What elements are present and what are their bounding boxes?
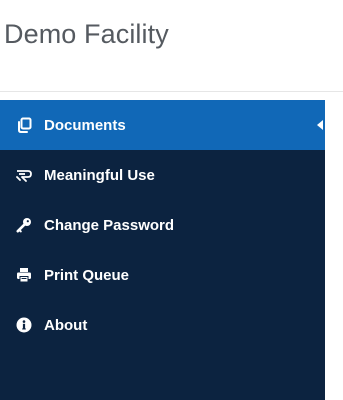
sidebar-item-label: About — [44, 316, 88, 334]
sidebar-item-meaningful-use[interactable]: Meaningful Use — [0, 150, 325, 200]
sidebar-menu: Documents Meaningful Use Change Password… — [0, 100, 325, 350]
sidebar-item-documents[interactable]: Documents — [0, 100, 325, 150]
sidebar-item-label: Print Queue — [44, 266, 130, 284]
sidebar-item-label: Meaningful Use — [44, 166, 155, 184]
app-header: Demo Facility — [0, 0, 343, 92]
sidebar: Documents Meaningful Use Change Password… — [0, 100, 325, 400]
active-caret-icon — [317, 120, 323, 130]
info-icon — [16, 317, 32, 333]
sidebar-item-about[interactable]: About — [0, 300, 325, 350]
facility-title: Demo Facility — [4, 19, 169, 49]
meaningful-use-icon — [16, 167, 32, 183]
sidebar-item-label: Change Password — [44, 216, 175, 234]
sidebar-item-print-queue[interactable]: Print Queue — [0, 250, 325, 300]
documents-icon — [16, 117, 32, 133]
key-icon — [16, 217, 32, 233]
sidebar-item-change-password[interactable]: Change Password — [0, 200, 325, 250]
printer-icon — [16, 267, 32, 283]
sidebar-item-label: Documents — [44, 116, 126, 134]
